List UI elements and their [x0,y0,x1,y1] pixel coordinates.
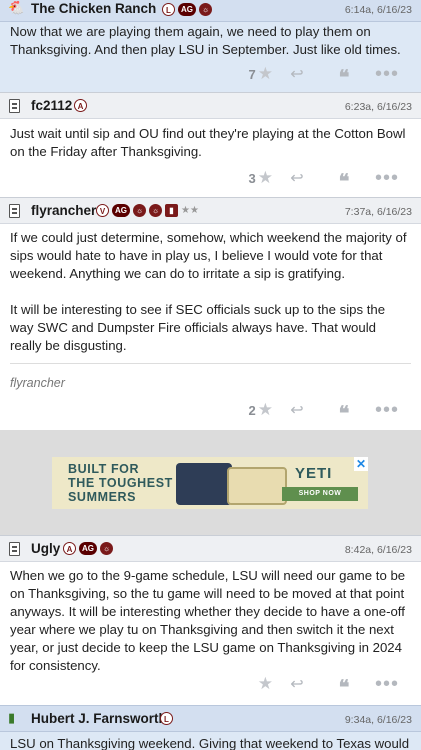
post: ▮ Hubert J. Farnsworth L 9:34a, 6/16/23 … [0,705,421,750]
reply-icon[interactable]: ↩ [273,168,321,188]
star-button[interactable]: 7 ★ [233,64,273,84]
post-body: LSU on Thanksgiving weekend. Giving that… [10,735,411,750]
ad-cooler-image [227,467,287,505]
post-timestamp: 9:34a, 6/16/23 [344,714,412,726]
ad-band: BUILT FOR THE TOUGHEST SUMMERS YETI SHOP… [0,430,421,535]
star-count: 7 [248,66,256,82]
star-count: 2 [248,402,256,418]
more-icon[interactable]: ••• [367,673,407,696]
username[interactable]: The Chicken Ranch [31,1,156,16]
post-signature: flyrancher [10,376,65,390]
user-badges: A [74,99,87,112]
post-timestamp: 7:37a, 6/16/23 [344,206,412,218]
username[interactable]: flyrancher [31,203,96,218]
post-timestamp: 8:42a, 6/16/23 [344,544,412,556]
chicken-avatar-icon: 🐔 [8,0,25,15]
post-paragraph: When we go to the 9-game schedule, LSU w… [10,568,406,673]
phone-avatar-icon: ▮ [8,710,16,725]
yeti-ad[interactable]: BUILT FOR THE TOUGHEST SUMMERS YETI SHOP… [52,457,368,509]
star-count: 3 [248,170,256,186]
post-timestamp: 6:14a, 6/16/23 [344,4,412,16]
more-icon[interactable]: ••• [367,167,407,190]
badge-letter: A [63,542,76,555]
reply-icon[interactable]: ↩ [273,674,321,694]
post-header: flyrancher V AG ☼ ☼ ▮ ★★ 7:37a, 6/16/23 [0,197,421,224]
ad-close-icon[interactable]: ✕ [354,457,368,471]
post-paragraph: LSU on Thanksgiving weekend. Giving that… [10,736,410,750]
username[interactable]: Hubert J. Farnsworth [31,711,167,726]
user-badges: L [160,712,173,725]
badge-logo-icon: ☼ [199,3,212,16]
badge-ag: AG [112,204,130,217]
ad-headline-line: BUILT FOR [68,462,140,476]
post-paragraph: If we could just determine, somehow, whi… [10,230,407,281]
quote-icon[interactable]: ❝ [321,61,367,87]
user-badges: A AG ☼ [63,542,113,555]
post-actions: 2 ★ ↩ ❝ ••• [233,397,407,424]
ad-headline: BUILT FOR THE TOUGHEST SUMMERS [68,462,173,504]
badge-letter: L [162,3,175,16]
more-icon[interactable]: ••• [367,63,407,86]
post-actions: 3 ★ ↩ ❝ ••• [233,165,407,192]
user-badges: V AG ☼ ☼ ▮ ★★ [96,204,199,217]
signature-divider [10,363,411,364]
post: Ugly A AG ☼ 8:42a, 6/16/23 When we go to… [0,535,421,705]
reply-icon[interactable]: ↩ [273,64,321,84]
badge-letter: A [74,99,87,112]
post-actions: ★ ↩ ❝ ••• [233,671,407,698]
quote-icon[interactable]: ❝ [321,671,367,697]
badge-logo-icon: ☼ [149,204,162,217]
post: 🐔 The Chicken Ranch L AG ☼ 6:14a, 6/16/2… [0,0,421,92]
post-header: fc2112 A 6:23a, 6/16/23 [0,92,421,119]
badge-letter: V [96,204,109,217]
post-paragraph: Just wait until sip and OU find out they… [10,126,406,159]
quote-icon[interactable]: ❝ [321,165,367,191]
star-icon: ★ [257,64,273,83]
post: flyrancher V AG ☼ ☼ ▮ ★★ 7:37a, 6/16/23 … [0,197,421,430]
post-header: Ugly A AG ☼ 8:42a, 6/16/23 [0,535,421,562]
post-paragraph: It will be interesting to see if SEC off… [10,302,386,353]
badge-stars: ★★ [181,205,199,216]
post-icon [9,204,20,218]
badge-ribbon-icon: ▮ [165,204,178,217]
username[interactable]: Ugly [31,541,60,556]
more-icon[interactable]: ••• [367,399,407,422]
star-button[interactable]: 3 ★ [233,168,273,188]
ad-headline-line: SUMMERS [68,490,137,504]
star-button[interactable]: ★ [233,674,273,694]
badge-ag: AG [178,3,196,16]
ad-brand-logo: YETI [295,465,333,482]
post-timestamp: 6:23a, 6/16/23 [344,101,412,113]
star-button[interactable]: 2 ★ [233,400,273,420]
post-header: ▮ Hubert J. Farnsworth L 9:34a, 6/16/23 [0,705,421,732]
star-icon: ★ [257,400,273,419]
quote-icon[interactable]: ❝ [321,397,367,423]
user-badges: L AG ☼ [162,3,212,16]
star-icon: ★ [257,168,273,187]
badge-logo-icon: ☼ [100,542,113,555]
username[interactable]: fc2112 [31,98,72,113]
post: fc2112 A 6:23a, 6/16/23 Just wait until … [0,92,421,197]
ad-shop-now-button[interactable]: SHOP NOW [282,487,358,501]
post-icon [9,99,20,113]
badge-letter: L [160,712,173,725]
reply-icon[interactable]: ↩ [273,400,321,420]
post-header: 🐔 The Chicken Ranch L AG ☼ 6:14a, 6/16/2… [0,0,421,22]
badge-logo-icon: ☼ [133,204,146,217]
star-icon: ★ [257,674,273,693]
post-paragraph: Now that we are playing them again, we n… [10,24,401,57]
ad-headline-line: THE TOUGHEST [68,476,173,490]
post-body: If we could just determine, somehow, whi… [10,229,411,373]
ad-cooler-image [176,463,232,505]
post-actions: 7 ★ ↩ ❝ ••• [233,61,407,88]
badge-ag: AG [79,542,97,555]
post-icon [9,542,20,556]
